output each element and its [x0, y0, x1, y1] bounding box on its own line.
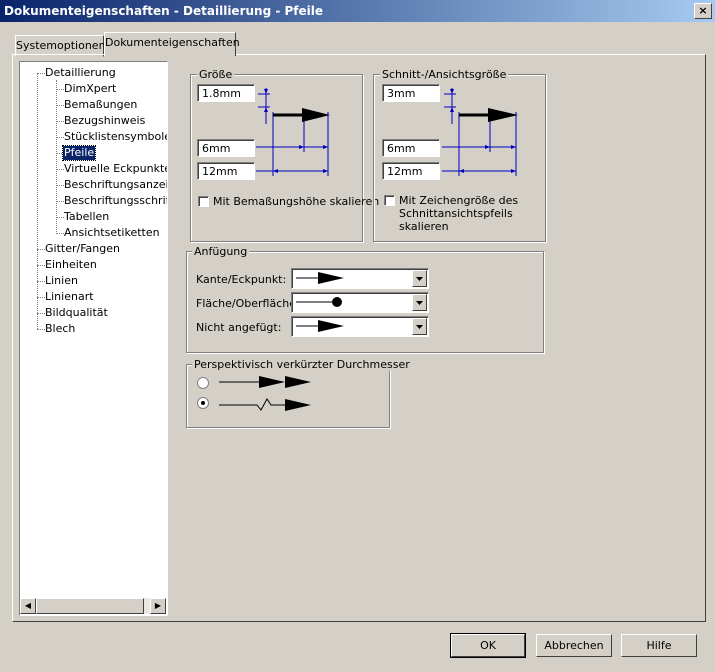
tree-connector — [37, 281, 45, 282]
section-arrow-width-field[interactable]: 6mm — [382, 139, 440, 157]
tree-connector — [37, 73, 45, 74]
tree-item-gitter-fangen[interactable]: Gitter/Fangen — [45, 242, 120, 256]
perspektiv-title: Perspektivisch verkürzter Durchmesser — [192, 358, 412, 371]
window-title: Dokumenteigenschaften - Detaillierung - … — [4, 4, 324, 18]
tree-connector — [56, 185, 64, 186]
scale-by-text-label-3: skalieren — [399, 220, 449, 233]
tree-connector — [56, 217, 64, 218]
arrow-height-field[interactable]: 1.8mm — [197, 84, 255, 102]
tree-connector — [56, 201, 64, 202]
tree-horizontal-scrollbar[interactable]: ◀ ▶ — [20, 598, 166, 614]
tree-item-detaillierung[interactable]: Detaillierung — [45, 66, 116, 80]
tree-item-einheiten[interactable]: Einheiten — [45, 258, 97, 272]
flaeche-arrow-select[interactable] — [291, 292, 429, 313]
groesse-title: Größe — [197, 68, 235, 81]
tree-connector — [37, 265, 45, 266]
tab-label: Systemoptionen — [16, 39, 106, 52]
scale-by-text-label-1: Mit Zeichengröße des — [399, 194, 519, 207]
tree-item-ansichtsetiketten[interactable]: Ansichtsetiketten — [64, 226, 160, 240]
scale-by-dimension-label: Mit Bemaßungshöhe skalieren — [213, 195, 380, 208]
tab-dokumenteigenschaften[interactable]: Dokumenteigenschaften — [104, 32, 240, 56]
tree-item-dimxpert[interactable]: DimXpert — [64, 82, 116, 96]
tree-item-linienart[interactable]: Linienart — [45, 290, 94, 304]
closed-arrow-icon — [296, 320, 344, 332]
tree-item-pfeile[interactable]: Pfeile — [61, 145, 97, 161]
tree-item-tabellen[interactable]: Tabellen — [64, 210, 109, 224]
tree-connector — [37, 249, 45, 250]
arrow-size-diagram — [256, 88, 330, 176]
tree-connector — [56, 80, 57, 232]
tree-connector — [56, 169, 64, 170]
tree-connector — [56, 89, 64, 90]
tree-connector — [56, 233, 64, 234]
tree-connector — [56, 121, 64, 122]
section-arrow-height-field[interactable]: 3mm — [382, 84, 440, 102]
scale-by-text-checkbox[interactable] — [384, 195, 395, 206]
ok-button[interactable]: OK — [450, 633, 526, 658]
arrow-width-field[interactable]: 6mm — [197, 139, 255, 157]
tree-connector — [37, 297, 45, 298]
cancel-button[interactable]: Abbrechen — [536, 634, 612, 657]
options-tree[interactable]: Detaillierung DimXpert Bemaßungen Bezugs… — [19, 61, 168, 616]
tree-item-blech[interactable]: Blech — [45, 322, 75, 336]
scroll-left-button[interactable]: ◀ — [20, 598, 36, 614]
tree-item-beschriftungsanzeige[interactable]: Beschriftungsanzeige — [64, 178, 167, 192]
dropdown-button[interactable] — [412, 318, 427, 335]
tree-item-bildqualitaet[interactable]: Bildqualität — [45, 306, 108, 320]
foreshortened-option-2-radio[interactable] — [197, 397, 209, 409]
tree-connector — [56, 137, 64, 138]
flaeche-label: Fläche/Oberfläche: — [196, 297, 300, 310]
kante-label: Kante/Eckpunkt: — [196, 273, 287, 286]
scale-by-dimension-checkbox[interactable] — [198, 196, 209, 207]
double-arrow-straight-icon — [219, 376, 311, 388]
tree-item-bemassungen[interactable]: Bemaßungen — [64, 98, 137, 112]
dropdown-button[interactable] — [412, 294, 427, 311]
close-button[interactable]: × — [694, 3, 712, 19]
scroll-right-button[interactable]: ▶ — [150, 598, 166, 614]
kante-arrow-select[interactable] — [291, 268, 429, 289]
dropdown-button[interactable] — [412, 270, 427, 287]
nicht-angefuegt-arrow-select[interactable] — [291, 316, 429, 337]
scale-by-text-label-2: Schnittansichtspfeils — [399, 207, 513, 220]
tree-connector — [37, 329, 45, 330]
schnitt-title: Schnitt-/Ansichtsgröße — [380, 68, 509, 81]
tree-connector — [56, 105, 64, 106]
tree-item-virtuelle-eckpunkte[interactable]: Virtuelle Eckpunkte — [64, 162, 167, 176]
help-button[interactable]: Hilfe — [621, 634, 697, 657]
tab-label: Dokumenteigenschaften — [105, 36, 240, 49]
double-arrow-broken-icon — [219, 398, 311, 411]
tree-item-stuecklistensymbole[interactable]: Stücklistensymbole — [64, 130, 167, 144]
tree-item-bezugshinweis[interactable]: Bezugshinweis — [64, 114, 145, 128]
tree-item-beschriftungsschriftart[interactable]: Beschriftungsschriftart — [64, 194, 167, 208]
tree-item-linien[interactable]: Linien — [45, 274, 78, 288]
nicht-angefuegt-label: Nicht angefügt: — [196, 321, 282, 334]
closed-arrow-icon — [296, 272, 344, 284]
scroll-thumb[interactable] — [36, 598, 144, 614]
title-bar: Dokumenteigenschaften - Detaillierung - … — [0, 0, 715, 22]
arrow-length-field[interactable]: 12mm — [197, 162, 255, 180]
section-arrow-size-diagram — [442, 88, 518, 176]
section-arrow-length-field[interactable]: 12mm — [382, 162, 440, 180]
tree-connector — [37, 73, 38, 329]
foreshortened-option-1-radio[interactable] — [197, 377, 209, 389]
tree-connector — [37, 313, 45, 314]
anfuegung-title: Anfügung — [192, 245, 250, 258]
dot-arrow-icon — [296, 297, 342, 307]
